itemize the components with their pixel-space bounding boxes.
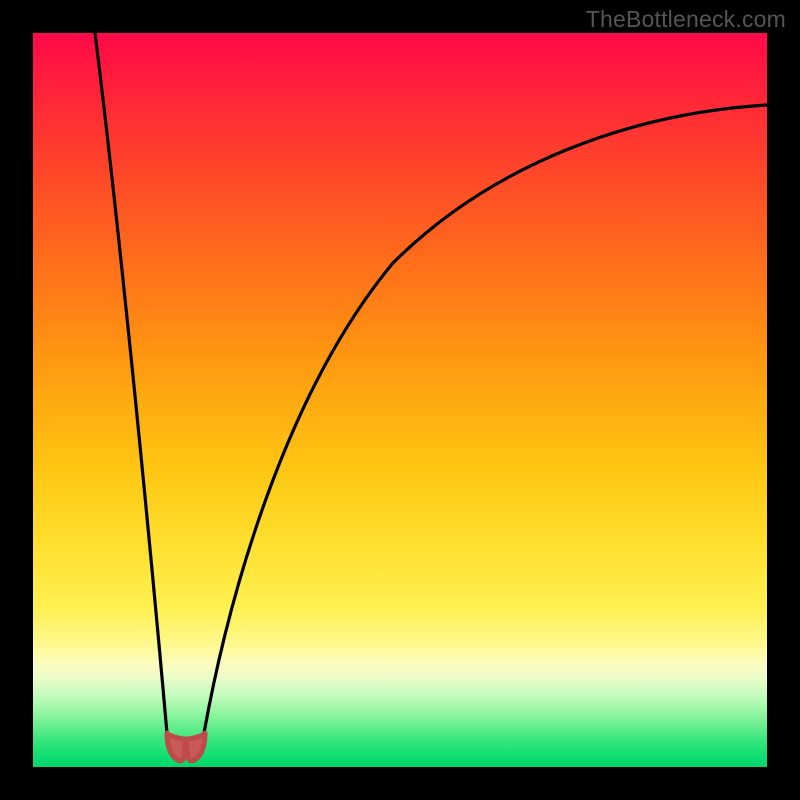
watermark-text: TheBottleneck.com — [586, 6, 786, 33]
background-gradient — [33, 33, 767, 767]
plot-area — [33, 33, 767, 767]
chart-frame: TheBottleneck.com — [0, 0, 800, 800]
